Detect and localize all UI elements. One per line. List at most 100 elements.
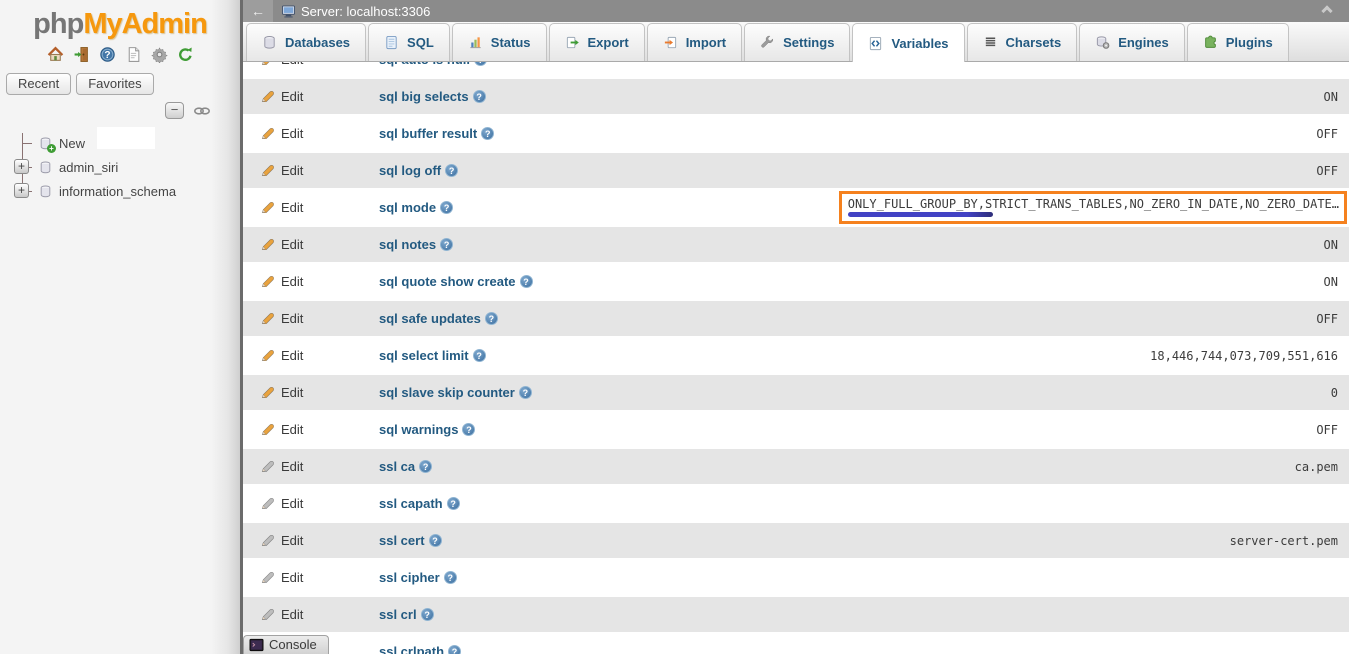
tab-status[interactable]: Status [452,23,547,61]
home-button[interactable] [46,45,65,64]
help-icon[interactable]: ? [520,275,533,288]
edit-label: Edit [281,274,303,289]
edit-button[interactable]: Edit [243,126,379,141]
tab-databases[interactable]: Databases [246,23,366,61]
variable-name: sql auto is null [379,62,470,67]
edit-button[interactable]: Edit [243,163,379,178]
variable-name-link[interactable]: sql warnings? [379,422,475,437]
variable-name-link[interactable]: sql safe updates? [379,311,498,326]
edit-button[interactable]: Edit [243,237,379,252]
variable-name-link[interactable]: ssl crlpath? [379,644,461,654]
variable-name-link[interactable]: ssl cert? [379,533,442,548]
help-icon[interactable]: ? [481,127,494,140]
edit-button[interactable]: Edit [243,311,379,326]
logout-button[interactable] [72,45,91,64]
help-icon[interactable]: ? [440,238,453,251]
status-icon [468,35,483,50]
recent-button[interactable]: Recent [6,73,71,95]
help-icon[interactable]: ? [473,349,486,362]
variable-value: OFF [1316,164,1338,178]
variable-name-link[interactable]: ssl capath? [379,496,460,511]
help-icon[interactable]: ? [462,423,475,436]
tab-plugins[interactable]: Plugins [1187,23,1289,61]
help-icon[interactable]: ? [419,460,432,473]
edit-button[interactable]: Edit [243,459,379,474]
edit-button[interactable]: Edit [243,200,379,215]
variable-name: ssl cert [379,533,425,548]
edit-button[interactable]: Edit [243,62,379,67]
help-icon[interactable]: ? [447,497,460,510]
variable-name-link[interactable]: ssl cipher? [379,570,457,585]
help-icon[interactable]: ? [485,312,498,325]
tree-item-label: New [59,136,85,151]
phpmyadmin-logo[interactable]: phpMyAdmin [0,0,240,41]
variable-name-link[interactable]: sql log off? [379,163,458,178]
tab-engines[interactable]: Engines [1079,23,1185,61]
variable-name-link[interactable]: sql auto is null? [379,62,487,67]
pencil-icon [260,126,275,141]
link-icon[interactable] [192,104,212,118]
variable-name-link[interactable]: ssl crl? [379,607,434,622]
pencil-icon [260,533,275,548]
variable-name-link[interactable]: sql big selects? [379,89,486,104]
variable-name-link[interactable]: sql quote show create? [379,274,533,289]
expand-icon[interactable]: + [14,159,29,174]
edit-label: Edit [281,607,303,622]
help-icon[interactable]: ? [444,571,457,584]
help-icon[interactable]: ? [421,608,434,621]
help-icon[interactable]: ? [474,62,487,66]
table-row: Editsql mode?ONLY_FULL_GROUP_BY,STRICT_T… [243,189,1349,226]
variable-value: server-cert.pem [1230,534,1338,548]
edit-button[interactable]: Edit [243,274,379,289]
variable-name-link[interactable]: sql slave skip counter? [379,385,532,400]
table-row: Editsql auto is null? [243,62,1349,78]
variable-name-link[interactable]: sql mode? [379,200,453,215]
refresh-button[interactable] [176,45,195,64]
tab-export[interactable]: Export [549,23,645,61]
console-label: Console [269,637,317,652]
pencil-icon [260,607,275,622]
gear-button[interactable] [150,45,169,64]
tree-item-admin-siri[interactable]: +admin_siri [0,155,240,179]
console-button[interactable]: Console [243,635,329,654]
docs-button[interactable] [124,45,143,64]
edit-button[interactable]: Edit [243,422,379,437]
help-icon[interactable]: ? [429,534,442,547]
help-button[interactable]: ? [98,45,117,64]
expand-icon[interactable]: + [14,183,29,198]
tab-settings[interactable]: Settings [744,23,850,61]
variable-value: OFF [1316,127,1338,141]
tab-import[interactable]: Import [647,23,742,61]
tab-variables[interactable]: Variables [852,23,964,62]
help-icon[interactable]: ? [440,201,453,214]
tab-sql[interactable]: SQL [368,23,450,61]
tab-charsets[interactable]: Charsets [967,23,1078,61]
favorites-button[interactable]: Favorites [76,73,153,95]
scroll-top-icon[interactable] [1321,7,1337,15]
help-icon[interactable]: ? [445,164,458,177]
edit-button[interactable]: Edit [243,533,379,548]
edit-button[interactable]: Edit [243,570,379,585]
collapse-all-button[interactable]: − [165,102,184,119]
edit-button[interactable]: Edit [243,348,379,363]
help-icon[interactable]: ? [473,90,486,103]
pencil-icon [260,311,275,326]
redacted-area [97,127,155,149]
sidebar-toggle-button[interactable]: ← [243,0,273,22]
help-icon[interactable]: ? [448,645,461,654]
edit-button[interactable]: Edit [243,607,379,622]
edit-button[interactable]: Edit [243,385,379,400]
tree-item-information-schema[interactable]: +information_schema [0,179,240,203]
help-icon: ? [99,46,116,63]
variable-name-link[interactable]: ssl ca? [379,459,432,474]
engines-icon [1095,35,1110,50]
edit-label: Edit [281,237,303,252]
edit-button[interactable]: Edit [243,496,379,511]
variable-name-link[interactable]: sql select limit? [379,348,486,363]
server-breadcrumb[interactable]: Server: localhost:3306 [301,4,430,19]
tree-db-icon [38,160,53,175]
variable-name-link[interactable]: sql buffer result? [379,126,494,141]
variable-name-link[interactable]: sql notes? [379,237,453,252]
edit-button[interactable]: Edit [243,89,379,104]
help-icon[interactable]: ? [519,386,532,399]
